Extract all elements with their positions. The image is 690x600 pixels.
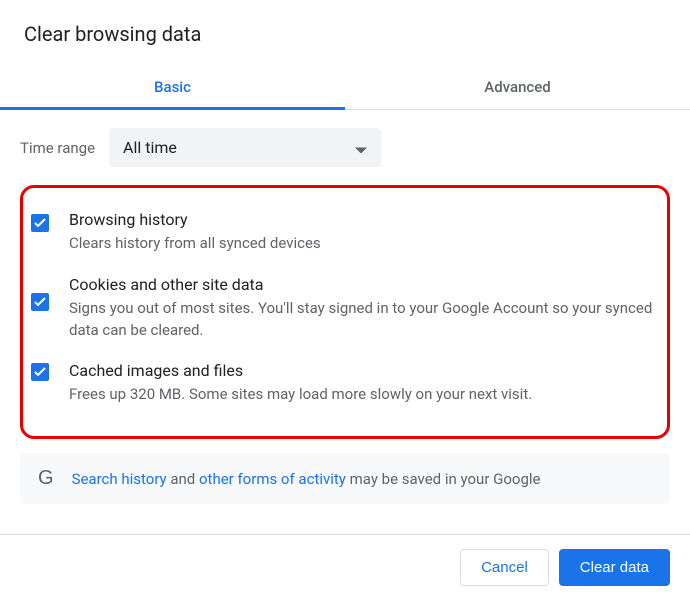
chevron-down-icon — [355, 138, 367, 157]
tab-advanced[interactable]: Advanced — [345, 64, 690, 109]
option-title: Browsing history — [69, 210, 653, 229]
tab-basic[interactable]: Basic — [0, 64, 345, 109]
checkbox-cookies[interactable] — [31, 293, 49, 311]
option-desc: Clears history from all synced devices — [69, 233, 653, 255]
option-desc: Signs you out of most sites. You'll stay… — [69, 298, 653, 342]
info-suffix: may be saved in your Google — [346, 470, 541, 488]
dialog-title: Clear browsing data — [0, 0, 690, 64]
cancel-button[interactable]: Cancel — [460, 549, 549, 586]
option-desc: Frees up 320 MB. Some sites may load mor… — [69, 384, 653, 406]
time-range-row: Time range All time — [20, 128, 670, 167]
check-icon — [34, 367, 46, 377]
option-cookies: Cookies and other site data Signs you ou… — [31, 267, 653, 354]
options-highlight: Browsing history Clears history from all… — [20, 185, 670, 439]
dialog-content: Time range All time Browsing history Cle… — [0, 110, 690, 439]
google-icon: G — [38, 467, 54, 490]
info-row: G Search history and other forms of acti… — [20, 453, 670, 504]
time-range-value: All time — [123, 138, 177, 157]
dialog-footer: Cancel Clear data — [0, 534, 690, 600]
clear-data-button[interactable]: Clear data — [559, 549, 670, 586]
link-other-activity[interactable]: other forms of activity — [199, 470, 346, 488]
tabs: Basic Advanced — [0, 64, 690, 110]
checkbox-cache[interactable] — [31, 363, 49, 381]
option-title: Cached images and files — [69, 361, 653, 380]
option-title: Cookies and other site data — [69, 275, 653, 294]
check-icon — [34, 297, 46, 307]
checkbox-browsing-history[interactable] — [31, 214, 49, 232]
option-cache: Cached images and files Frees up 320 MB.… — [31, 353, 653, 418]
link-search-history[interactable]: Search history — [72, 470, 167, 488]
info-mid: and — [167, 470, 199, 488]
check-icon — [34, 218, 46, 228]
time-range-select[interactable]: All time — [109, 128, 381, 167]
time-range-label: Time range — [20, 139, 95, 157]
info-text: Search history and other forms of activi… — [72, 470, 541, 488]
option-browsing-history: Browsing history Clears history from all… — [31, 202, 653, 267]
